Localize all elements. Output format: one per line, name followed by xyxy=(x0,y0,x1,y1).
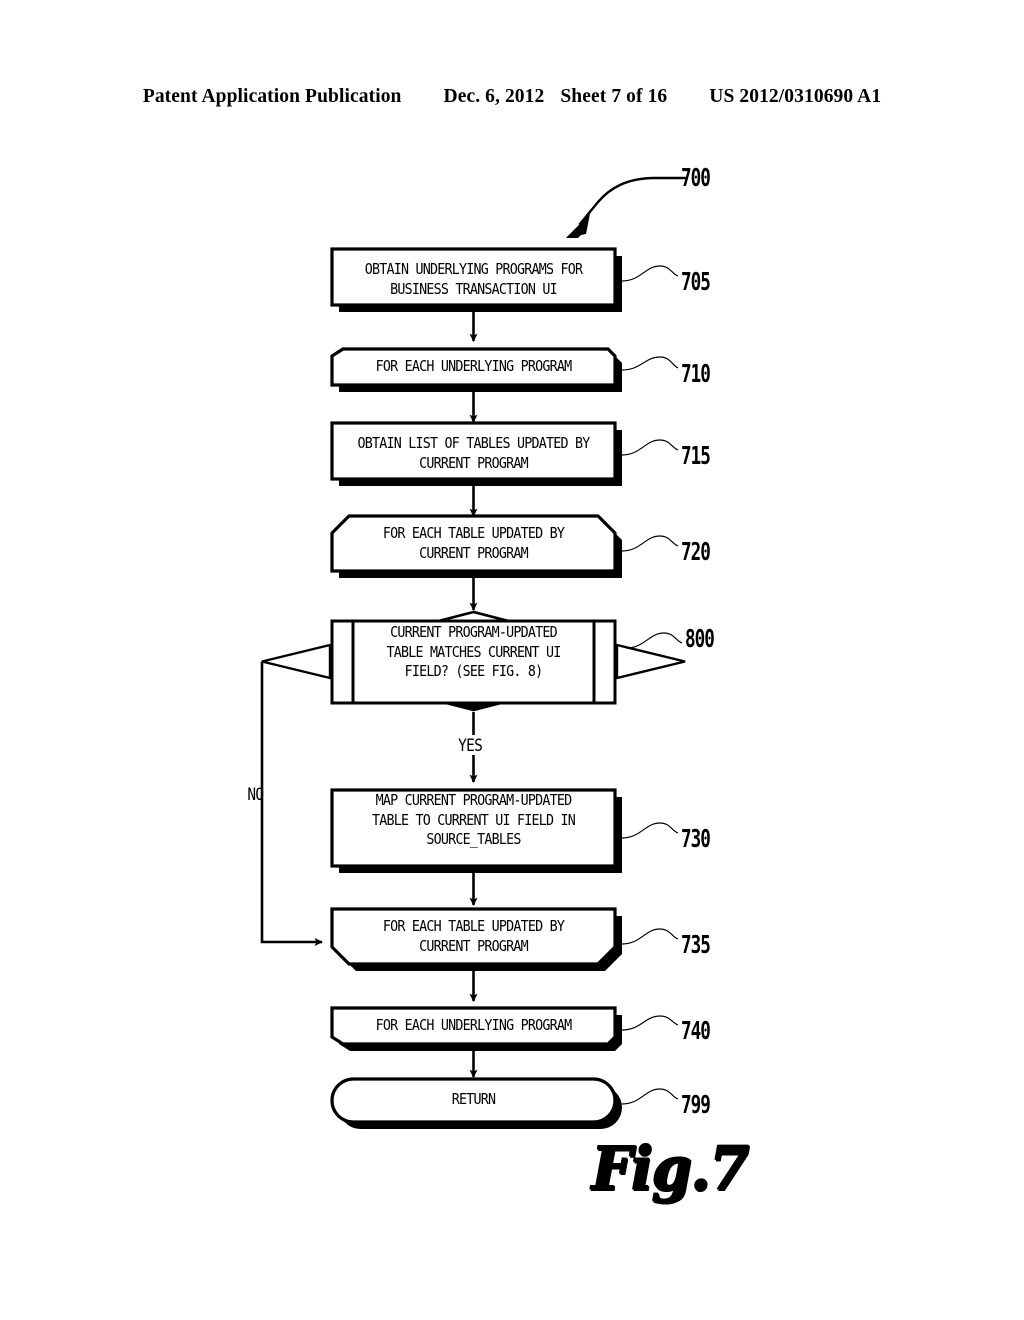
leader-705 xyxy=(621,265,679,282)
branch-label-no: NO xyxy=(247,785,264,805)
ref-numeral-735: 735 xyxy=(681,931,711,960)
ref-numeral-799: 799 xyxy=(681,1091,711,1120)
node-740-shape xyxy=(330,1006,622,1051)
ref-numeral-715: 715 xyxy=(681,442,711,471)
node-720-shape xyxy=(330,514,622,578)
ref-numeral-720: 720 xyxy=(681,538,711,567)
leader-799 xyxy=(621,1088,679,1105)
node-799-shape xyxy=(330,1077,622,1129)
ref-numeral-730: 730 xyxy=(681,825,711,854)
connector-800-735-no xyxy=(260,661,323,947)
leader-735 xyxy=(621,928,679,945)
ref-numeral-740: 740 xyxy=(681,1017,711,1046)
node-705-shape xyxy=(330,247,622,312)
leader-800 xyxy=(625,632,683,649)
figure-caption: Fig.7 xyxy=(592,1134,749,1205)
node-710-shape xyxy=(330,347,622,392)
patent-figure-page: Patent Application Publication Dec. 6, 20… xyxy=(0,0,1024,1320)
leader-710 xyxy=(621,356,679,371)
ref-numeral-710: 710 xyxy=(681,360,711,389)
leader-730 xyxy=(621,822,679,839)
leader-740 xyxy=(621,1015,679,1031)
diagram-ref-pointer xyxy=(566,176,687,238)
node-730-shape xyxy=(330,788,622,873)
leader-715 xyxy=(621,439,679,456)
node-715-shape xyxy=(330,421,622,486)
flowchart-canvas xyxy=(0,0,1024,1320)
flow-diagram-group xyxy=(260,176,687,1129)
ref-numeral-800: 800 xyxy=(685,625,715,654)
reference-leader-lines xyxy=(621,177,685,1105)
ref-numeral-700: 700 xyxy=(681,164,711,193)
branch-label-yes: YES xyxy=(458,736,483,756)
node-735-shape xyxy=(330,907,622,971)
leader-720 xyxy=(621,535,679,552)
ref-numeral-705: 705 xyxy=(681,268,711,297)
node-800-shape xyxy=(261,610,686,712)
